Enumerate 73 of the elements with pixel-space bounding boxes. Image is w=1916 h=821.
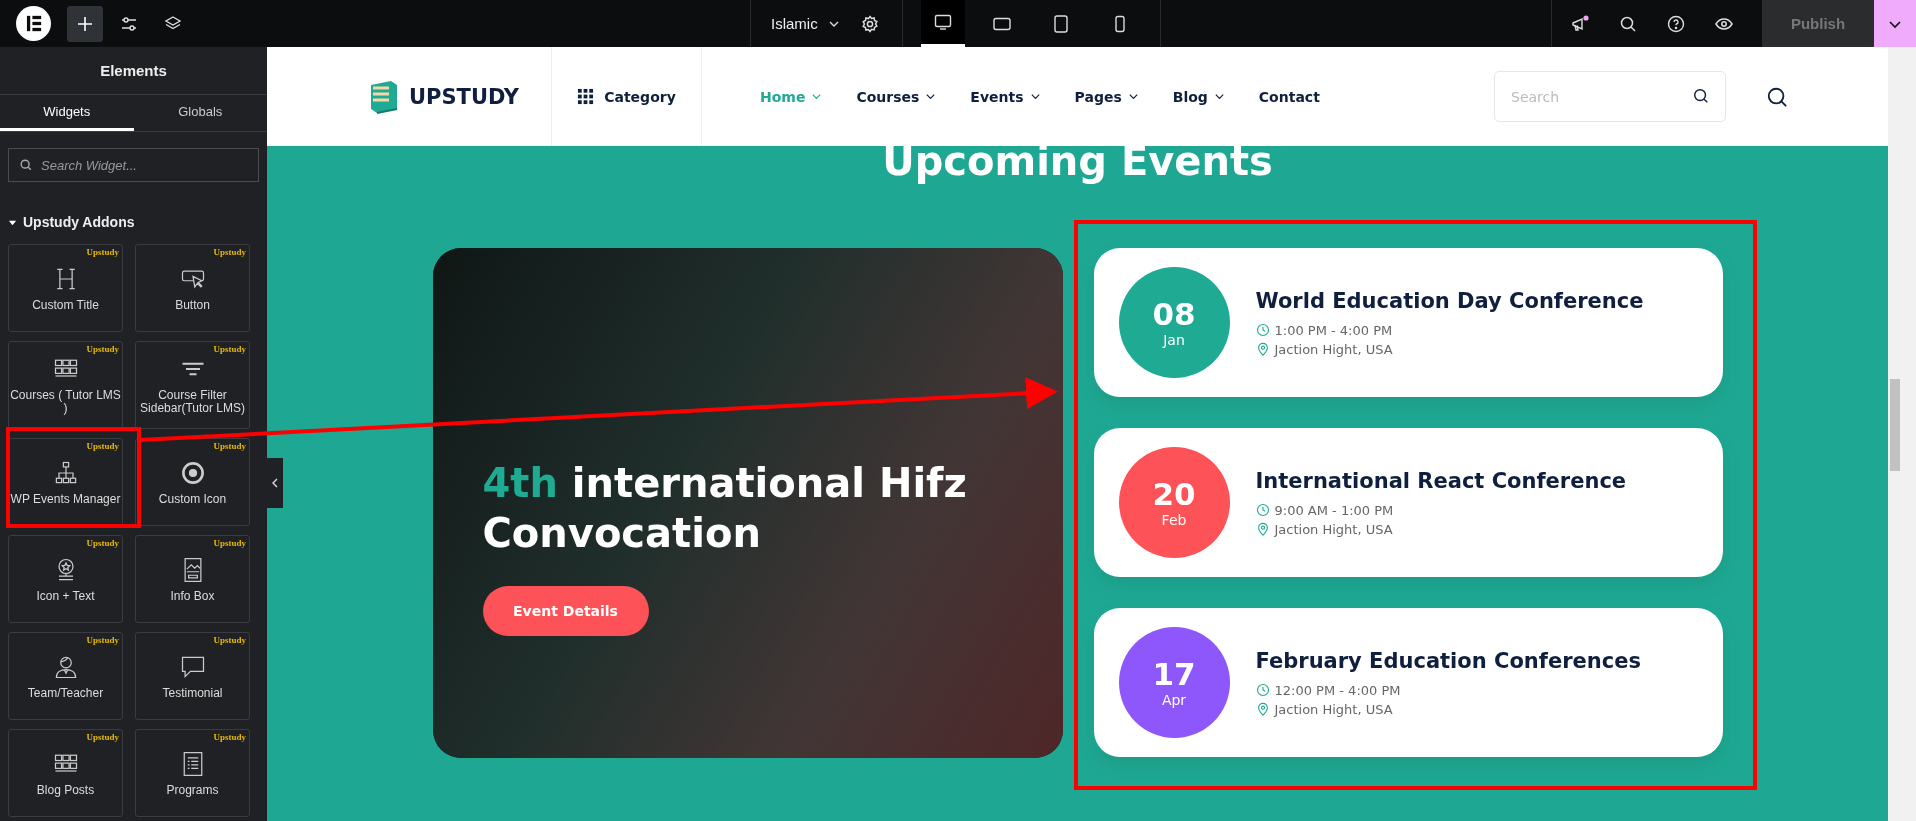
widget-tile[interactable]: Upstudy Courses ( Tutor LMS ) xyxy=(8,341,123,429)
brand-label: Upstudy xyxy=(213,538,246,548)
panel-tab[interactable]: Globals xyxy=(133,95,267,131)
widget-tile[interactable]: Upstudy Team/Teacher xyxy=(8,632,123,720)
brand-label: Upstudy xyxy=(86,344,119,354)
brand-label: Upstudy xyxy=(86,247,119,257)
collapse-panel-button[interactable] xyxy=(267,458,283,508)
brand-label: Upstudy xyxy=(213,344,246,354)
widget-tile[interactable]: Upstudy Custom Title xyxy=(8,244,123,332)
brand-label: Upstudy xyxy=(213,441,246,451)
logo-text[interactable]: UPSTUDY xyxy=(409,84,520,109)
location-pin-icon xyxy=(1255,702,1270,716)
chevron-left-icon[interactable] xyxy=(271,477,279,489)
brand-label: Upstudy xyxy=(213,732,246,742)
widget-search-field[interactable]: Search Widget... xyxy=(8,148,259,182)
chevron-down-icon[interactable] xyxy=(925,91,937,102)
widget-tile[interactable]: Upstudy Button xyxy=(135,244,250,332)
logo-icon[interactable] xyxy=(16,6,51,41)
event-card[interactable]: 17 Apr February Education Conferences 12:00 PM - 4:00 PM Jaction Hight, USA xyxy=(1093,608,1723,757)
date-circle: 08 Jan xyxy=(1118,267,1230,378)
event-time: 9:00 AM - 1:00 PM xyxy=(1274,502,1394,518)
date-circle: 17 Apr xyxy=(1118,627,1230,738)
widget-tile[interactable]: Upstudy Icon + Text xyxy=(8,535,123,623)
event-time: 12:00 PM - 4:00 PM xyxy=(1274,682,1401,698)
date-circle: 20 Feb xyxy=(1118,447,1230,558)
search-icon xyxy=(19,158,33,172)
section-heading: Upcoming Events xyxy=(882,140,1273,182)
widget-tile[interactable]: Upstudy Custom Icon xyxy=(135,438,250,526)
brand-label: Upstudy xyxy=(86,441,119,451)
panel-tab[interactable]: Widgets xyxy=(0,95,134,131)
add-button[interactable] xyxy=(67,5,103,42)
chevron-down-icon[interactable] xyxy=(1029,91,1041,102)
featured-event-title: 4th international Hifz Convocation xyxy=(482,459,968,558)
chevron-down-icon[interactable] xyxy=(1127,91,1139,102)
widget-tile[interactable]: Upstudy Programs xyxy=(135,729,250,817)
category-button[interactable]: Category xyxy=(552,47,702,146)
nav-link[interactable]: Courses xyxy=(856,88,937,105)
brand-label: Upstudy xyxy=(86,635,119,645)
location-pin-icon xyxy=(1255,342,1270,356)
clock-icon xyxy=(1255,683,1270,697)
chevron-down-icon[interactable] xyxy=(1213,91,1225,102)
location-pin-icon xyxy=(1255,522,1270,536)
widget-tile[interactable]: Upstudy Blog Posts xyxy=(8,729,123,817)
event-card[interactable]: 20 Feb International React Conference 9:00 AM - 1:00 PM Jaction Hight, USA xyxy=(1093,428,1723,577)
monitor-icon[interactable] xyxy=(932,12,953,32)
widget-tile[interactable]: Upstudy Course Filter Sidebar(Tutor LMS) xyxy=(135,341,250,429)
grid-icon[interactable] xyxy=(577,88,595,105)
brand-label: Upstudy xyxy=(213,635,246,645)
event-title[interactable]: February Education Conferences xyxy=(1255,648,1641,673)
nav-link[interactable]: Contact xyxy=(1258,88,1320,105)
event-title[interactable]: World Education Day Conference xyxy=(1255,288,1644,313)
search-icon[interactable] xyxy=(1766,85,1788,108)
desktop-view-button[interactable] xyxy=(920,0,965,47)
event-card[interactable]: 08 Jan World Education Day Conference 1:00 PM - 4:00 PM Jaction Hight, USA xyxy=(1093,248,1723,397)
nav-link[interactable]: Pages xyxy=(1074,88,1139,105)
event-time: 1:00 PM - 4:00 PM xyxy=(1274,322,1393,338)
search-icon[interactable] xyxy=(1692,87,1710,105)
event-location: Jaction Hight, USA xyxy=(1274,521,1393,537)
event-location: Jaction Hight, USA xyxy=(1274,701,1393,717)
widget-tile[interactable]: Upstudy Info Box xyxy=(135,535,250,623)
nav-link[interactable]: Events xyxy=(970,88,1041,105)
clock-icon xyxy=(1255,323,1270,337)
brand-label: Upstudy xyxy=(86,538,119,548)
event-title[interactable]: International React Conference xyxy=(1255,468,1627,493)
clock-icon xyxy=(1255,503,1270,517)
nav-link[interactable]: Blog xyxy=(1172,88,1225,105)
widget-tile[interactable]: Upstudy Testimonial xyxy=(135,632,250,720)
site-search-field[interactable]: Search xyxy=(1494,71,1726,122)
event-location: Jaction Hight, USA xyxy=(1274,341,1393,357)
brand-label: Upstudy xyxy=(213,247,246,257)
widget-tile[interactable]: Upstudy WP Events Manager xyxy=(8,438,123,526)
section-toggle[interactable]: Upstudy Addons xyxy=(8,214,259,230)
brand-label: Upstudy xyxy=(86,732,119,742)
